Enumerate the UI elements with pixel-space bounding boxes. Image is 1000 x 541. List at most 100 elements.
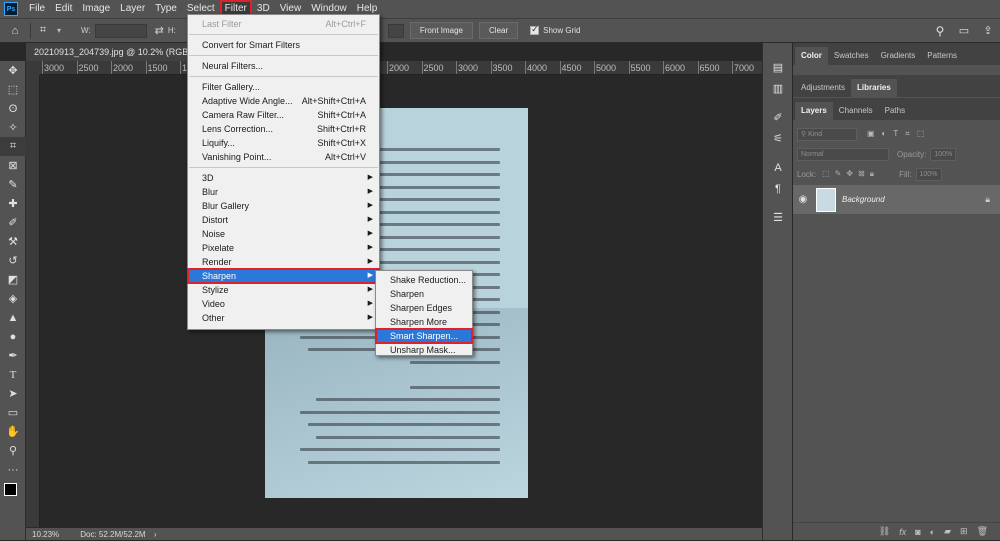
zoom-level[interactable]: 10.23% bbox=[32, 528, 78, 541]
menu-image[interactable]: Image bbox=[77, 0, 115, 18]
new-layer-icon[interactable]: ⊞ bbox=[960, 526, 968, 537]
clone-stamp-tool-icon[interactable]: ⚒ bbox=[0, 232, 26, 251]
clear-button[interactable]: Clear bbox=[479, 22, 519, 39]
tab-swatches[interactable]: Swatches bbox=[828, 47, 875, 65]
status-arrow-icon[interactable]: › bbox=[154, 530, 157, 539]
tab-libraries[interactable]: Libraries bbox=[851, 79, 897, 97]
workspace-icon[interactable]: ▭ bbox=[952, 24, 976, 37]
layer-row-background[interactable]: ◉ Background 🔒︎ bbox=[793, 185, 1000, 214]
sharpen-item-smart-sharpen[interactable]: Smart Sharpen... bbox=[375, 328, 473, 344]
filter-menu-item-noise[interactable]: Noise ▶ bbox=[188, 227, 379, 241]
tab-patterns[interactable]: Patterns bbox=[921, 47, 963, 65]
fill-field[interactable]: 100% bbox=[915, 167, 942, 181]
magic-wand-tool-icon[interactable]: ✧ bbox=[0, 118, 26, 137]
rectangle-tool-icon[interactable]: ▭ bbox=[0, 403, 26, 422]
hand-tool-icon[interactable]: ✋ bbox=[0, 422, 26, 441]
pen-tool-icon[interactable]: ✒ bbox=[0, 346, 26, 365]
filter-menu-item-liquify[interactable]: Liquify... Shift+Ctrl+X bbox=[188, 136, 379, 150]
color-swatches[interactable] bbox=[0, 479, 25, 509]
filter-menu-item-3d[interactable]: 3D ▶ bbox=[188, 171, 379, 185]
home-icon[interactable]: ⌂ bbox=[0, 21, 30, 40]
history-brush-tool-icon[interactable]: ↺ bbox=[0, 251, 26, 270]
sharpen-item-unsharp-mask[interactable]: Unsharp Mask... bbox=[376, 343, 472, 357]
sharpen-item-shake-reduction[interactable]: Shake Reduction... bbox=[376, 273, 472, 287]
eraser-tool-icon[interactable]: ◩ bbox=[0, 270, 26, 289]
swap-icon[interactable]: ⇄ bbox=[155, 24, 164, 37]
folder-icon[interactable]: ▰ bbox=[944, 526, 951, 537]
path-selection-tool-icon[interactable]: ➤ bbox=[0, 384, 26, 403]
filter-menu-item-lens-correction[interactable]: Lens Correction... Shift+Ctrl+R bbox=[188, 122, 379, 136]
filter-menu-item-stylize[interactable]: Stylize ▶ bbox=[188, 283, 379, 297]
properties-icon[interactable]: ☰ bbox=[763, 207, 793, 228]
filter-menu-item-adaptive-wide-angle[interactable]: Adaptive Wide Angle... Alt+Shift+Ctrl+A bbox=[188, 94, 379, 108]
paragraph-icon[interactable]: ¶ bbox=[763, 178, 793, 199]
paint-bucket-tool-icon[interactable]: ◈ bbox=[0, 289, 26, 308]
character-icon[interactable]: A bbox=[763, 157, 793, 178]
marquee-tool-icon[interactable]: ⬚ bbox=[0, 80, 26, 99]
trash-icon[interactable]: 🗑︎ bbox=[977, 526, 988, 537]
menu-type[interactable]: Type bbox=[150, 0, 182, 18]
sharpen-item-sharpen-edges[interactable]: Sharpen Edges bbox=[376, 301, 472, 315]
healing-brush-tool-icon[interactable]: ✚ bbox=[0, 194, 26, 213]
filter-menu-item-other[interactable]: Other ▶ bbox=[188, 311, 379, 325]
sharpen-item-sharpen-more[interactable]: Sharpen More bbox=[376, 315, 472, 329]
share-icon[interactable]: ⇪ bbox=[976, 24, 1000, 37]
brush-tool-icon[interactable]: ✐ bbox=[0, 213, 26, 232]
history-icon[interactable]: ▤ bbox=[763, 57, 793, 78]
crop-tool-icon[interactable]: ⌗ bbox=[31, 21, 55, 40]
front-image-button[interactable]: Front Image bbox=[409, 22, 474, 39]
opacity-field[interactable]: 100% bbox=[930, 147, 957, 161]
tab-channels[interactable]: Channels bbox=[833, 102, 879, 120]
filter-menu-item-distort[interactable]: Distort ▶ bbox=[188, 213, 379, 227]
fx-icon[interactable]: fx bbox=[899, 527, 906, 537]
filter-menu-item-render[interactable]: Render ▶ bbox=[188, 255, 379, 269]
lasso-tool-icon[interactable]: ʘ bbox=[0, 99, 26, 118]
tab-layers[interactable]: Layers bbox=[795, 102, 833, 120]
filter-menu-item-vanishing-point[interactable]: Vanishing Point... Alt+Ctrl+V bbox=[188, 150, 379, 164]
tab-paths[interactable]: Paths bbox=[879, 102, 911, 120]
show-grid-checkbox[interactable] bbox=[530, 24, 540, 35]
kind-filter-dropdown[interactable]: ⚲ Kind bbox=[797, 127, 857, 141]
filter-menu-item-filter-gallery[interactable]: Filter Gallery... bbox=[188, 80, 379, 94]
blend-mode-dropdown[interactable]: Normal bbox=[797, 147, 889, 161]
dodge-tool-icon[interactable]: ● bbox=[0, 327, 26, 346]
eye-icon[interactable]: ◉ bbox=[793, 194, 813, 205]
type-tool-icon[interactable]: T bbox=[0, 365, 26, 384]
adjustments-icon[interactable]: ⚟ bbox=[763, 128, 793, 149]
chevron-down-icon[interactable]: ▾ bbox=[57, 26, 61, 35]
width-field[interactable] bbox=[94, 23, 147, 38]
sharpen-item-sharpen[interactable]: Sharpen bbox=[376, 287, 472, 301]
move-tool-icon[interactable]: ✥ bbox=[0, 61, 26, 80]
filter-menu-item-camera-raw-filter[interactable]: Camera Raw Filter... Shift+Ctrl+A bbox=[188, 108, 379, 122]
layer-filter-icons[interactable]: ▣◐T⌗⬚ bbox=[867, 129, 931, 139]
adjustment-layer-icon[interactable]: ◐ bbox=[930, 527, 935, 537]
filter-menu-item-convert-for-smart-filters[interactable]: Convert for Smart Filters bbox=[188, 38, 379, 52]
tab-adjustments[interactable]: Adjustments bbox=[795, 79, 851, 97]
search-icon[interactable]: ⚲ bbox=[928, 24, 952, 38]
history-states-icon[interactable]: ▥ bbox=[763, 78, 793, 99]
filter-menu-item-neural-filters[interactable]: Neural Filters... bbox=[188, 59, 379, 73]
filter-menu-item-blur[interactable]: Blur ▶ bbox=[188, 185, 379, 199]
brush-settings-icon[interactable]: ✐ bbox=[763, 107, 793, 128]
frame-tool-icon[interactable]: ⊠ bbox=[0, 156, 26, 175]
menu-file[interactable]: File bbox=[24, 0, 50, 18]
zoom-tool-icon[interactable]: ⚲ bbox=[0, 441, 26, 460]
foreground-color[interactable] bbox=[4, 483, 17, 496]
photoshop-logo[interactable]: Ps bbox=[4, 2, 18, 16]
filter-menu-item-video[interactable]: Video ▶ bbox=[188, 297, 379, 311]
more-tools-icon[interactable]: ··· bbox=[0, 460, 26, 479]
crop-tool-icon[interactable]: ⌗ bbox=[0, 137, 26, 156]
link-icon[interactable]: ⛓ bbox=[879, 526, 890, 537]
filter-menu-item-pixelate[interactable]: Pixelate ▶ bbox=[188, 241, 379, 255]
menu-edit[interactable]: Edit bbox=[50, 0, 77, 18]
eyedropper-tool-icon[interactable]: ✎ bbox=[0, 175, 26, 194]
menu-layer[interactable]: Layer bbox=[115, 0, 150, 18]
lock-icons[interactable]: ⬚✎✥⊠🔒︎ bbox=[822, 169, 879, 179]
resolution-unit-field[interactable] bbox=[387, 23, 404, 38]
filter-menu-item-blur-gallery[interactable]: Blur Gallery ▶ bbox=[188, 199, 379, 213]
blur-tool-icon[interactable]: ▲ bbox=[0, 308, 26, 327]
tab-gradients[interactable]: Gradients bbox=[875, 47, 922, 65]
mask-icon[interactable]: ◙ bbox=[915, 527, 920, 537]
filter-menu-item-sharpen[interactable]: Sharpen ▶ bbox=[187, 268, 380, 284]
tab-color[interactable]: Color bbox=[795, 47, 828, 65]
